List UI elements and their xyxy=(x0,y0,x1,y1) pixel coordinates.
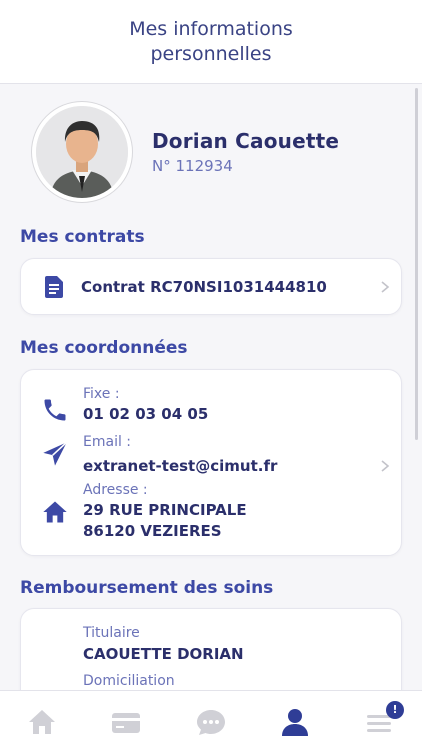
chat-icon[interactable] xyxy=(195,707,227,737)
contract-item[interactable]: Contrat RC70NSI1031444810 xyxy=(20,258,402,315)
email-label: Email : xyxy=(83,434,132,450)
scrollbar[interactable] xyxy=(415,88,418,440)
holder-value: CAOUETTE DORIAN xyxy=(83,645,244,663)
profile-number: N° 112934 xyxy=(152,157,233,175)
scroll-content[interactable]: Dorian Caouette N° 112934 Mes contrats C… xyxy=(0,84,422,690)
avatar xyxy=(32,102,132,202)
document-icon xyxy=(45,275,63,298)
phone-icon xyxy=(44,399,66,421)
section-title-contracts: Mes contrats xyxy=(20,227,145,247)
notification-badge: ! xyxy=(386,701,404,719)
chevron-right-icon xyxy=(381,281,390,293)
domiciliation-label: Domiciliation xyxy=(83,673,175,689)
send-icon xyxy=(43,441,68,466)
contract-label: Contrat RC70NSI1031444810 xyxy=(81,277,327,296)
email-value: extranet-test@cimut.fr xyxy=(83,457,278,475)
reimbursement-card[interactable]: Titulaire CAOUETTE DORIAN Domiciliation xyxy=(20,608,402,690)
profile-block: Dorian Caouette N° 112934 xyxy=(32,102,339,202)
avatar-illustration xyxy=(36,106,128,198)
tab-bar xyxy=(0,690,422,750)
home-icon xyxy=(43,501,67,523)
address-line2: 86120 VEZIERES xyxy=(83,522,222,540)
address-line1: 29 RUE PRINCIPALE xyxy=(83,501,247,519)
home-icon[interactable] xyxy=(26,707,58,737)
address-label: Adresse : xyxy=(83,482,148,498)
section-title-coordinates: Mes coordonnées xyxy=(20,338,188,358)
section-title-reimbursement: Remboursement des soins xyxy=(20,578,274,598)
phone-label: Fixe : xyxy=(83,386,120,402)
coordinates-card[interactable]: Fixe : 01 02 03 04 05 Email : extranet-t… xyxy=(20,369,402,556)
phone-value: 01 02 03 04 05 xyxy=(83,405,209,423)
holder-label: Titulaire xyxy=(83,625,140,641)
header-bar: Mes informations personnelles xyxy=(0,0,422,84)
profile-name: Dorian Caouette xyxy=(152,129,340,153)
chevron-right-icon xyxy=(381,460,390,472)
page-title: Mes informations personnelles xyxy=(129,17,293,65)
card-icon[interactable] xyxy=(110,707,142,737)
profile-icon[interactable] xyxy=(279,707,311,737)
